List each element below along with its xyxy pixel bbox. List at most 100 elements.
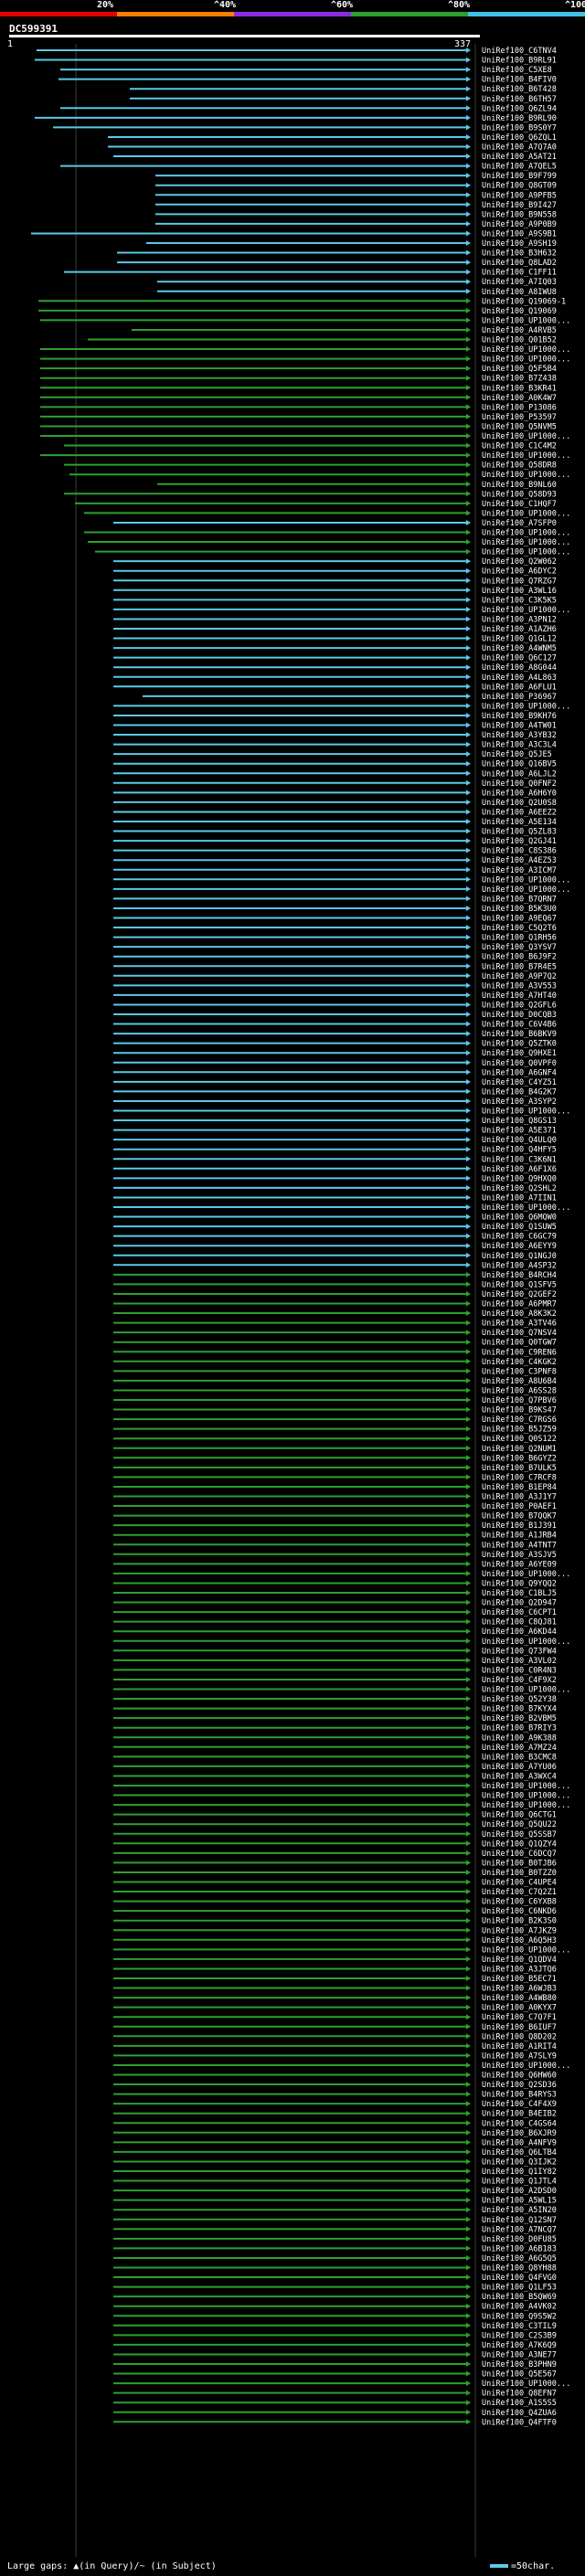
hit-label[interactable]: UniRef100_C7RCF8 xyxy=(482,1473,557,1482)
hit-label[interactable]: UniRef100_UP1000... xyxy=(482,548,570,557)
hit-label[interactable]: UniRef100_Q5E567 xyxy=(482,2370,557,2380)
hit-label[interactable]: UniRef100_A7MZ24 xyxy=(482,1744,557,1753)
hit-label[interactable]: UniRef100_B4RYS3 xyxy=(482,2091,557,2100)
hit-label[interactable]: UniRef100_Q1RH56 xyxy=(482,934,557,943)
hit-label[interactable]: UniRef100_A8IWU8 xyxy=(482,288,557,297)
hit-label[interactable]: UniRef100_A7QEL5 xyxy=(482,163,557,172)
hit-label[interactable]: UniRef100_C6DCQ7 xyxy=(482,1850,557,1859)
hit-label[interactable]: UniRef100_A5E134 xyxy=(482,818,557,827)
hit-label[interactable]: UniRef100_Q5ZTK0 xyxy=(482,1040,557,1049)
hit-label[interactable]: UniRef100_A6F1X6 xyxy=(482,1165,557,1174)
hit-label[interactable]: UniRef100_A7SFP0 xyxy=(482,519,557,528)
hit-label[interactable]: UniRef100_B9RL90 xyxy=(482,114,557,123)
hit-label[interactable]: UniRef100_A3TV46 xyxy=(482,1320,557,1329)
hit-label[interactable]: UniRef100_Q7PBV6 xyxy=(482,1396,557,1405)
hit-label[interactable]: UniRef100_P36967 xyxy=(482,693,557,702)
hit-label[interactable]: UniRef100_C3TIL9 xyxy=(482,2322,557,2331)
hit-label[interactable]: UniRef100_C8S386 xyxy=(482,847,557,856)
hit-label[interactable]: UniRef100_A3C3L4 xyxy=(482,741,557,750)
hit-label[interactable]: UniRef100_Q9HXQ0 xyxy=(482,1174,557,1183)
hit-label[interactable]: UniRef100_UP1000... xyxy=(482,471,570,480)
hit-label[interactable]: UniRef100_Q9HXE1 xyxy=(482,1049,557,1058)
hit-label[interactable]: UniRef100_A7NCQ7 xyxy=(482,2225,557,2234)
hit-label[interactable]: UniRef100_C7Q7F1 xyxy=(482,2013,557,2022)
hit-label[interactable]: UniRef100_B6J9F2 xyxy=(482,953,557,962)
hit-label[interactable]: UniRef100_Q2SHL2 xyxy=(482,1184,557,1193)
hit-label[interactable]: UniRef100_Q1NGJ0 xyxy=(482,1252,557,1261)
hit-label[interactable]: UniRef100_B6XJR9 xyxy=(482,2129,557,2138)
hit-label[interactable]: UniRef100_A3SYP2 xyxy=(482,1097,557,1107)
hit-label[interactable]: UniRef100_C6V4B6 xyxy=(482,1021,557,1030)
hit-label[interactable]: UniRef100_A6LJL2 xyxy=(482,769,557,779)
hit-label[interactable]: UniRef100_C1FF11 xyxy=(482,269,557,278)
hit-label[interactable]: UniRef100_B5JZ59 xyxy=(482,1426,557,1435)
hit-label[interactable]: UniRef100_A0K4W7 xyxy=(482,394,557,403)
hit-label[interactable]: UniRef100_C4UPE4 xyxy=(482,1879,557,1888)
hit-label[interactable]: UniRef100_A6FLU1 xyxy=(482,683,557,692)
hit-label[interactable]: UniRef100_UP1000... xyxy=(482,538,570,547)
hit-label[interactable]: UniRef100_A2DSD0 xyxy=(482,2187,557,2196)
hit-label[interactable]: UniRef100_A4RVB5 xyxy=(482,326,557,335)
hit-label[interactable]: UniRef100_Q12SN7 xyxy=(482,2216,557,2225)
hit-label[interactable]: UniRef100_UP1000... xyxy=(482,2062,570,2071)
hit-label[interactable]: UniRef100_Q8GT09 xyxy=(482,182,557,191)
hit-label[interactable]: UniRef100_Q1SFV5 xyxy=(482,1280,557,1289)
hit-label[interactable]: UniRef100_B7Z438 xyxy=(482,375,557,384)
hit-label[interactable]: UniRef100_UP1000... xyxy=(482,1801,570,1810)
hit-label[interactable]: UniRef100_Q8D202 xyxy=(482,2032,557,2041)
hit-label[interactable]: UniRef100_B5EC71 xyxy=(482,1975,557,1984)
hit-label[interactable]: UniRef100_A8K3K2 xyxy=(482,1309,557,1319)
hit-label[interactable]: UniRef100_Q2GJ41 xyxy=(482,837,557,846)
hit-label[interactable]: UniRef100_Q1LF53 xyxy=(482,2284,557,2293)
hit-label[interactable]: UniRef100_B4EIB2 xyxy=(482,2110,557,2119)
hit-label[interactable]: UniRef100_UP1000... xyxy=(482,345,570,355)
hit-label[interactable]: UniRef100_UP1000... xyxy=(482,1782,570,1791)
hit-label[interactable]: UniRef100_Q5F5B4 xyxy=(482,365,557,374)
hit-label[interactable]: UniRef100_Q0S122 xyxy=(482,1435,557,1444)
hit-label[interactable]: UniRef100_Q1QZY4 xyxy=(482,1839,557,1849)
hit-label[interactable]: UniRef100_A6EEZ2 xyxy=(482,808,557,817)
hit-label[interactable]: UniRef100_B7QQK7 xyxy=(482,1512,557,1521)
hit-label[interactable]: UniRef100_Q2GEF2 xyxy=(482,1290,557,1299)
hit-label[interactable]: UniRef100_UP1000... xyxy=(482,1792,570,1801)
hit-label[interactable]: UniRef100_C4YZ51 xyxy=(482,1078,557,1087)
hit-label[interactable]: UniRef100_A6H6Y0 xyxy=(482,789,557,798)
hit-label[interactable]: UniRef100_Q7RZG7 xyxy=(482,577,557,586)
hit-label[interactable]: UniRef100_Q1JTL4 xyxy=(482,2178,557,2187)
hit-label[interactable]: UniRef100_Q5JE5 xyxy=(482,750,552,759)
hit-label[interactable]: UniRef100_B3CMC8 xyxy=(482,1753,557,1762)
hit-label[interactable]: UniRef100_A9EQ67 xyxy=(482,915,557,924)
hit-label[interactable]: UniRef100_Q6CTG1 xyxy=(482,1811,557,1820)
hit-label[interactable]: UniRef100_C6GC79 xyxy=(482,1233,557,1242)
hit-label[interactable]: UniRef100_C3PNF8 xyxy=(482,1367,557,1376)
hit-label[interactable]: UniRef100_B9I427 xyxy=(482,201,557,210)
hit-label[interactable]: UniRef100_B9KH76 xyxy=(482,712,557,721)
hit-label[interactable]: UniRef100_A7HT40 xyxy=(482,991,557,1001)
hit-label[interactable]: UniRef100_Q8EFN7 xyxy=(482,2390,557,2399)
hit-label[interactable]: UniRef100_A3NE77 xyxy=(482,2350,557,2359)
hit-label[interactable]: UniRef100_A7JKZ9 xyxy=(482,1926,557,1935)
hit-label[interactable]: UniRef100_A6GNF4 xyxy=(482,1068,557,1077)
hit-label[interactable]: UniRef100_C3K5K5 xyxy=(482,596,557,605)
hit-label[interactable]: UniRef100_B5QW69 xyxy=(482,2293,557,2302)
hit-label[interactable]: UniRef100_B6TH57 xyxy=(482,95,557,104)
hit-label[interactable]: UniRef100_D0CQB3 xyxy=(482,1011,557,1020)
hit-label[interactable]: UniRef100_A3SJV5 xyxy=(482,1551,557,1560)
hit-label[interactable]: UniRef100_A4L863 xyxy=(482,673,557,683)
hit-label[interactable]: UniRef100_C5Q2T6 xyxy=(482,924,557,933)
hit-label[interactable]: UniRef100_Q9S5W2 xyxy=(482,2312,557,2321)
hit-label[interactable]: UniRef100_Q3YSV7 xyxy=(482,943,557,952)
hit-label[interactable]: UniRef100_A6DYC2 xyxy=(482,567,557,577)
hit-label[interactable]: UniRef100_A3PN12 xyxy=(482,615,557,624)
hit-label[interactable]: UniRef100_A0KYX7 xyxy=(482,2004,557,2013)
hit-label[interactable]: UniRef100_A6WJB3 xyxy=(482,1985,557,1994)
hit-label[interactable]: UniRef100_Q2SD36 xyxy=(482,2081,557,2090)
hit-label[interactable]: UniRef100_UP1000... xyxy=(482,702,570,711)
hit-label[interactable]: UniRef100_C1BLJ5 xyxy=(482,1589,557,1598)
hit-label[interactable]: UniRef100_A4WNM5 xyxy=(482,644,557,653)
hit-label[interactable]: UniRef100_Q1GL12 xyxy=(482,635,557,644)
hit-label[interactable]: UniRef100_C1HQF7 xyxy=(482,500,557,509)
hit-label[interactable]: UniRef100_A5WL15 xyxy=(482,2197,557,2206)
hit-label[interactable]: UniRef100_A5E371 xyxy=(482,1127,557,1136)
hit-label[interactable]: UniRef100_UP1000... xyxy=(482,1686,570,1695)
